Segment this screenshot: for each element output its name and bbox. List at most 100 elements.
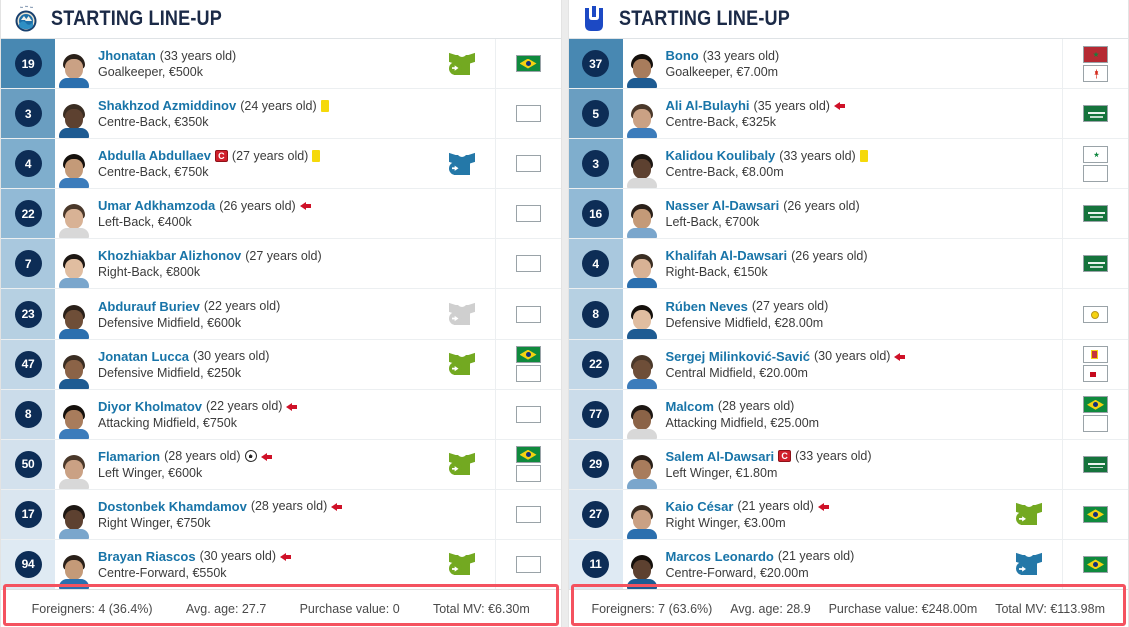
lineup-row[interactable]: 8 Rúben Neves (27 years old) Defensive Midf…	[568, 288, 1128, 339]
flag-uzbekistan-icon	[515, 105, 541, 123]
player-name-link[interactable]: Flamarion	[98, 449, 160, 464]
player-photo-cell	[623, 239, 657, 289]
pakhtakor-crest-icon	[11, 4, 41, 34]
lineup-row[interactable]: 5 Ali Al-Bulayhi (35 years old) Centre-Back…	[568, 88, 1128, 139]
player-name-line: Khozhiakbar Alizhonov (27 years old)	[98, 248, 429, 263]
shirt-number-badge: 37	[582, 50, 609, 78]
player-photo	[59, 453, 89, 489]
substitution-cell	[996, 440, 1062, 489]
panel-title: STARTING LINE-UP	[51, 7, 222, 30]
player-name-link[interactable]: Umar Adkhamzoda	[98, 198, 215, 213]
substitute-on-icon	[448, 352, 475, 376]
shirt-number-cell: 27	[568, 489, 623, 539]
substitution-cell	[429, 39, 495, 88]
player-info: Abdurauf Buriev (22 years old) Defensive M…	[89, 289, 429, 338]
home-lineup-panel: STARTING LINE-UP 19 Jhonatan (33 years old)…	[0, 0, 562, 627]
player-position-value: Right-Back, €800k	[98, 265, 201, 280]
player-age: (27 years old)	[231, 148, 309, 163]
player-photo-cell	[55, 440, 89, 489]
lineup-row[interactable]: 22 Sergej Milinković-Savić (30 years old) C…	[568, 338, 1128, 389]
player-photo-cell	[623, 340, 657, 389]
player-age: (30 years old)	[814, 349, 891, 364]
player-name-line: Umar Adkhamzoda (26 years old)	[98, 198, 429, 213]
lineup-row[interactable]: 22 Umar Adkhamzoda (26 years old) Left-Back…	[1, 188, 561, 239]
lineup-row[interactable]: 7 Khozhiakbar Alizhonov (27 years old) Righ…	[1, 238, 561, 289]
away-lineup-panel: STARTING LINE-UP 37 Bono (33 years old) Goal…	[567, 0, 1129, 627]
shirt-number-cell: 11	[568, 539, 623, 590]
summary-avg-age: Avg. age: 28.9	[730, 601, 811, 616]
captain-badge-icon: C	[778, 450, 792, 463]
player-name-link[interactable]: Kalidou Koulibaly	[666, 148, 776, 163]
player-name-link[interactable]: Diyor Kholmatov	[98, 399, 202, 414]
nationality-cell	[494, 339, 561, 389]
shirt-number-cell: 50	[1, 439, 55, 489]
flag-saudi-icon	[1083, 205, 1108, 223]
player-name-link[interactable]: Kaio César	[666, 499, 734, 514]
player-name-line: Sergej Milinković-Savić (30 years old)	[666, 349, 997, 364]
player-name-link[interactable]: Khozhiakbar Alizhonov	[98, 248, 241, 263]
summary-purchase-value: Purchase value: 0	[299, 601, 400, 616]
player-name-link[interactable]: Rúben Neves	[666, 299, 748, 314]
player-photo	[59, 403, 89, 439]
player-name-line: Malcom (28 years old)	[666, 399, 997, 414]
player-position-value: Attacking Midfield, €750k	[98, 415, 237, 430]
player-name-link[interactable]: Dostonbek Khamdamov	[98, 499, 247, 514]
lineup-row[interactable]: 37 Bono (33 years old) Goalkeeper, €7.00m	[568, 38, 1128, 89]
lineup-row[interactable]: 4 Abdulla Abdullaev C (27 years old) Centre-…	[1, 138, 561, 189]
substitute-on-icon	[448, 552, 475, 576]
player-name-link[interactable]: Malcom	[666, 399, 714, 414]
player-age: (22 years old)	[203, 299, 281, 314]
lineup-row[interactable]: 4 Khalifah Al-Dawsari (26 years old) Right-…	[568, 238, 1128, 289]
shirt-number-cell: 47	[1, 339, 55, 389]
lineup-row[interactable]: 17 Dostonbek Khamdamov (28 years old) Right…	[1, 488, 561, 539]
lineup-row[interactable]: 3 Shakhzod Azmiddinov (24 years old) Centre…	[1, 88, 561, 139]
squad-summary-bar: Foreigners: 7 (63.6%) Avg. age: 28.9 Purch…	[568, 589, 1128, 627]
player-name-link[interactable]: Salem Al-Dawsari	[666, 449, 775, 464]
substituted-off-arrow-icon	[286, 400, 298, 412]
flag-russia-icon	[1083, 415, 1108, 433]
flag-spain-icon	[1083, 365, 1108, 383]
player-name-link[interactable]: Sergej Milinković-Savić	[666, 349, 811, 364]
player-name-link[interactable]: Jhonatan	[98, 48, 156, 63]
lineup-row[interactable]: 47 Jonatan Lucca (30 years old) Defensive M…	[1, 338, 561, 389]
substitution-cell	[996, 390, 1062, 439]
player-name-link[interactable]: Nasser Al-Dawsari	[666, 198, 780, 213]
player-name-link[interactable]: Khalifah Al-Dawsari	[666, 248, 788, 263]
shirt-number-badge: 23	[14, 300, 42, 328]
player-name-link[interactable]: Ali Al-Bulayhi	[666, 98, 750, 113]
shirt-number-badge: 3	[582, 150, 609, 178]
shirt-number-badge: 3	[14, 100, 42, 128]
lineup-row[interactable]: 19 Jhonatan (33 years old) Goalkeeper, €500…	[1, 38, 561, 89]
lineup-row[interactable]: 27 Kaio César (21 years old) Right Winger, …	[568, 488, 1128, 539]
player-name-link[interactable]: Shakhzod Azmiddinov	[98, 98, 236, 113]
nationality-cell	[1062, 439, 1128, 489]
flag-uzbekistan-icon	[515, 155, 541, 173]
lineup-row[interactable]: 77 Malcom (28 years old) Attacking Midfield…	[568, 388, 1128, 439]
player-name-line: Kaio César (21 years old)	[666, 499, 997, 514]
player-photo	[626, 353, 657, 389]
nationality-cell	[1062, 389, 1128, 439]
player-name-link[interactable]: Brayan Riascos	[98, 549, 196, 564]
lineup-row[interactable]: 94 Brayan Riascos (30 years old) Centre-For…	[1, 538, 561, 590]
player-photo	[626, 303, 657, 339]
lineup-row[interactable]: 50 Flamarion (28 years old) Left Winger, €6…	[1, 438, 561, 489]
player-name-link[interactable]: Abdurauf Buriev	[98, 299, 200, 314]
lineup-row[interactable]: 16 Nasser Al-Dawsari (26 years old) Left-Ba…	[568, 188, 1128, 239]
player-name-link[interactable]: Abdulla Abdullaev	[98, 148, 211, 163]
lineup-row[interactable]: 29 Salem Al-Dawsari C (33 years old) Left Wi…	[568, 438, 1128, 489]
shirt-number-badge: 22	[14, 200, 42, 228]
player-name-link[interactable]: Jonatan Lucca	[98, 349, 189, 364]
shirt-number-cell: 5	[568, 89, 623, 139]
player-name-link[interactable]: Bono	[666, 48, 699, 63]
shirt-number-badge: 8	[14, 400, 42, 428]
lineup-row[interactable]: 3 Kalidou Koulibaly (33 years old) Centre-B…	[568, 138, 1128, 189]
lineup-row[interactable]: 8 Diyor Kholmatov (22 years old) Attacking …	[1, 388, 561, 439]
substituted-off-arrow-icon	[817, 500, 830, 512]
nationality-cell	[494, 139, 561, 189]
lineup-row[interactable]: 11 Marcos Leonardo (21 years old) Centre-Fo…	[568, 538, 1128, 590]
lineup-row[interactable]: 23 Abdurauf Buriev (22 years old) Defensive…	[1, 288, 561, 339]
shirt-number-cell: 37	[568, 39, 623, 89]
player-age: (30 years old)	[193, 349, 270, 364]
player-photo	[626, 202, 657, 239]
player-name-link[interactable]: Marcos Leonardo	[666, 549, 774, 564]
